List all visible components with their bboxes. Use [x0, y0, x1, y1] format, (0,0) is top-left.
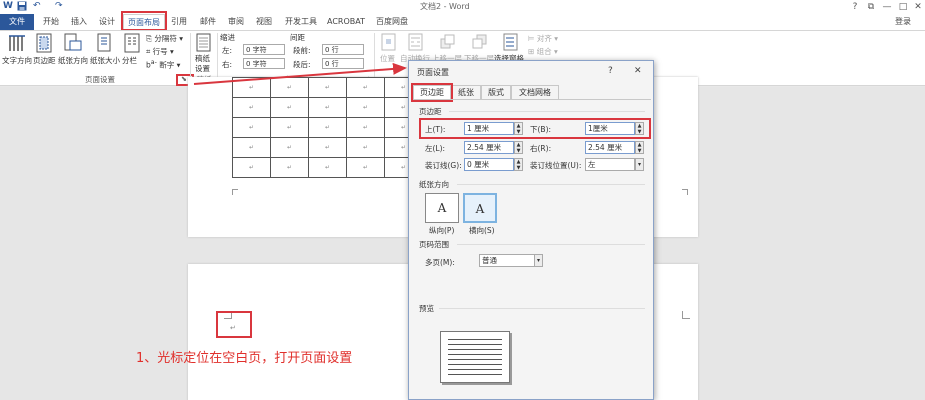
preview-line — [448, 364, 502, 365]
landscape-icon: A — [475, 202, 485, 216]
dialog-title: 页面设置 — [417, 68, 449, 77]
section-rule — [457, 244, 645, 245]
preview-line — [448, 369, 502, 370]
preview-section-label: 预览 — [419, 304, 434, 313]
gutter-input[interactable]: 0 厘米 — [464, 158, 514, 171]
page-setup-dialog[interactable]: 页面设置 ? ✕ 页边距 纸张 版式 文档网格 页边距 上(T): 1 厘米 ▲… — [408, 60, 654, 400]
chevron-down-icon[interactable]: ▾ — [635, 158, 644, 171]
left-margin-label: 左(L): — [425, 144, 446, 153]
preview-line — [448, 339, 502, 340]
dialog-close-icon[interactable]: ✕ — [634, 66, 642, 76]
arrow-to-dialog — [193, 62, 407, 85]
landscape-label: 横向(S) — [469, 226, 495, 235]
section-rule — [457, 184, 645, 185]
preview-line — [448, 374, 502, 375]
tab-paper[interactable]: 纸张 — [451, 85, 481, 100]
portrait-icon: A — [437, 201, 447, 215]
right-margin-label: 右(R): — [530, 144, 552, 153]
orientation-section-label: 纸张方向 — [419, 180, 449, 189]
gutter-spinner[interactable]: ▲ ▼ — [514, 158, 523, 171]
preview-line — [448, 359, 502, 360]
right-margin-spinner[interactable]: ▲ ▼ — [635, 141, 644, 154]
landscape-option[interactable]: A — [463, 193, 497, 223]
preview-line — [448, 349, 502, 350]
gutter-position-label: 装订线位置(U): — [530, 161, 582, 170]
gutter-label: 装订线(G): — [425, 161, 462, 170]
tab-baseline — [413, 99, 651, 100]
tab-document-grid[interactable]: 文档网格 — [511, 85, 559, 100]
portrait-label: 纵向(P) — [429, 226, 455, 235]
preview-page — [440, 331, 510, 383]
chevron-down-icon[interactable]: ▾ — [534, 254, 543, 267]
preview-line — [448, 354, 502, 355]
dialog-help-icon[interactable]: ? — [608, 66, 613, 76]
tab-layout-settings[interactable]: 版式 — [481, 85, 511, 100]
left-margin-spinner[interactable]: ▲ ▼ — [514, 141, 523, 154]
section-rule — [439, 308, 645, 309]
preview-line — [448, 344, 502, 345]
section-rule — [449, 111, 645, 112]
left-margin-input[interactable]: 2.54 厘米 — [464, 141, 514, 154]
multiple-pages-label: 多页(M): — [425, 258, 455, 267]
top-bottom-highlight — [419, 118, 651, 139]
gutter-position-select[interactable]: 左 — [585, 158, 635, 171]
margins-section-label: 页边距 — [419, 107, 442, 116]
portrait-option[interactable]: A — [425, 193, 459, 223]
right-margin-input[interactable]: 2.54 厘米 — [585, 141, 635, 154]
pages-section-label: 页码范围 — [419, 240, 449, 249]
multiple-pages-select[interactable]: 普通 — [479, 254, 535, 267]
